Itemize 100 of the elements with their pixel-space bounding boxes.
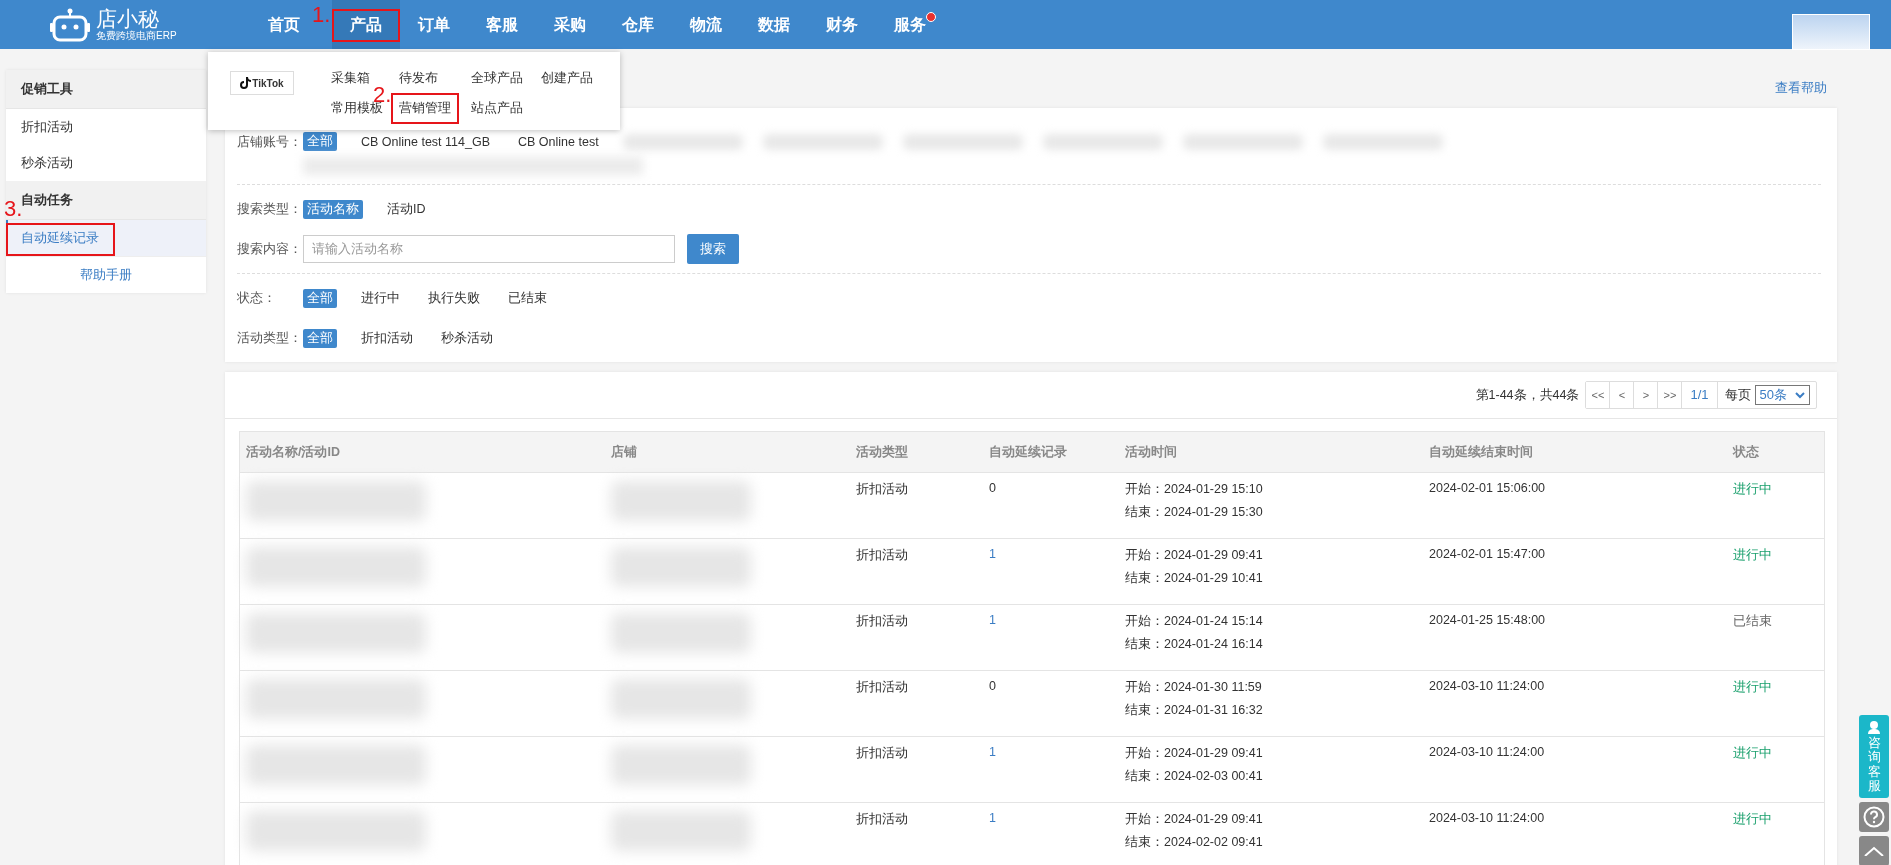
per-page-select[interactable]: 50条 xyxy=(1754,385,1810,405)
status-text: 进行中 xyxy=(1733,481,1772,498)
filter-option[interactable]: 进行中 xyxy=(357,288,404,308)
search-field[interactable]: 请输入活动名称 xyxy=(303,235,675,263)
column-header: 活动时间 xyxy=(1124,443,1178,461)
filter-label: 活动类型： xyxy=(237,329,303,347)
table-cell: 2024-03-10 11:24:00 xyxy=(1429,745,1545,759)
back-to-top-button[interactable] xyxy=(1859,836,1889,865)
nav-tab[interactable]: 财务 xyxy=(808,0,877,49)
filter-option[interactable]: 全部 xyxy=(303,132,337,151)
end-time: 结束：2024-01-29 15:30 xyxy=(1125,504,1263,521)
menu-item[interactable]: 营销管理 xyxy=(395,96,455,121)
filter-label: 状态： xyxy=(237,289,277,307)
column-header: 活动类型 xyxy=(855,443,909,461)
nav-tab[interactable]: 采购 xyxy=(536,0,605,49)
table-cell: 折扣活动 xyxy=(856,481,908,498)
table-cell: 折扣活动 xyxy=(856,679,908,696)
menu-item[interactable]: 采集箱 xyxy=(327,66,374,91)
note-icon xyxy=(240,77,252,89)
end-time: 结束：2024-01-29 10:41 xyxy=(1125,570,1263,587)
highlight-frame xyxy=(391,93,459,124)
end-time: 结束：2024-02-02 09:41 xyxy=(1125,834,1263,851)
filter-label: 店铺账号： xyxy=(237,134,303,151)
table-cell: 折扣活动 xyxy=(856,811,908,828)
per-page-label: 每页 xyxy=(1723,386,1752,404)
filter-label: 搜索类型： xyxy=(237,200,303,218)
highlight-frame xyxy=(332,9,401,42)
filter-label: 搜索内容： xyxy=(237,240,303,258)
sidebar-item[interactable]: 折扣活动 xyxy=(6,109,206,145)
filter-option[interactable]: 全部 xyxy=(303,288,337,308)
filter-option[interactable]: 折扣活动 xyxy=(357,328,417,348)
page-button[interactable]: << xyxy=(1586,382,1611,408)
status-text: 进行中 xyxy=(1733,811,1772,828)
end-time: 结束：2024-01-24 16:14 xyxy=(1125,636,1263,653)
search-button[interactable]: 搜索 xyxy=(687,234,739,264)
record-link[interactable]: 1 xyxy=(989,613,996,627)
step-number: 3. xyxy=(4,198,23,220)
result-count: 第1-44条，共44条 xyxy=(1475,386,1580,404)
start-time: 开始：2024-01-30 11:59 xyxy=(1125,679,1262,696)
filter-option[interactable]: 已结束 xyxy=(504,288,551,308)
filter-option[interactable]: CB Online test xyxy=(514,133,603,150)
logo-name: 店小秘 xyxy=(96,7,160,30)
record-link[interactable]: 1 xyxy=(989,547,996,561)
help-link[interactable]: 查看帮助 xyxy=(1775,78,1827,98)
status-text: 进行中 xyxy=(1733,679,1772,696)
help-manual-link[interactable]: 帮助手册 xyxy=(6,256,206,293)
start-time: 开始：2024-01-24 15:14 xyxy=(1125,613,1263,630)
help-icon xyxy=(1863,806,1885,829)
step-number: 1. xyxy=(312,4,331,26)
column-header: 店铺 xyxy=(610,443,638,461)
table-cell: 2024-03-10 11:24:00 xyxy=(1429,811,1545,825)
nav-tab[interactable]: 订单 xyxy=(400,0,469,49)
nav-tab[interactable]: 数据 xyxy=(740,0,809,49)
table-cell: 0 xyxy=(989,481,996,495)
filter-option[interactable]: 全部 xyxy=(303,328,337,348)
status-text: 进行中 xyxy=(1733,547,1772,564)
nav-tab[interactable]: 服务 xyxy=(876,0,945,49)
filter-option[interactable]: CB Online test 114_GB xyxy=(357,133,494,150)
nav-tab[interactable]: 客服 xyxy=(468,0,537,49)
sidebar-item[interactable]: 自动延续记录 xyxy=(6,220,206,256)
table-cell: 2024-02-01 15:47:00 xyxy=(1429,547,1546,561)
logo-tagline: 免费跨境电商ERP xyxy=(96,30,177,42)
record-link[interactable]: 1 xyxy=(989,811,996,825)
filter-option[interactable]: 活动ID xyxy=(383,199,430,219)
sidebar-item[interactable]: 秒杀活动 xyxy=(6,145,206,181)
sidebar-group-title: 促销工具 xyxy=(6,70,206,109)
table-cell: 折扣活动 xyxy=(856,547,908,564)
nav-tab[interactable]: 仓库 xyxy=(604,0,673,49)
filter-option[interactable]: 执行失败 xyxy=(424,288,484,308)
status-text: 已结束 xyxy=(1733,613,1772,630)
chevron-down-icon xyxy=(1795,391,1805,399)
table-cell: 0 xyxy=(989,679,996,693)
start-time: 开始：2024-01-29 09:41 xyxy=(1125,811,1263,828)
table-cell: 折扣活动 xyxy=(856,613,908,630)
table-cell: 2024-03-10 11:24:00 xyxy=(1429,679,1545,693)
person-icon xyxy=(1867,720,1881,734)
menu-item[interactable]: 待发布 xyxy=(395,66,442,91)
platform-logo[interactable]: TikTok xyxy=(230,71,294,95)
column-header: 活动名称/活动ID xyxy=(245,443,341,461)
table-cell: 折扣活动 xyxy=(856,745,908,762)
end-time: 结束：2024-02-03 00:41 xyxy=(1125,768,1263,785)
table-cell: 2024-01-25 15:48:00 xyxy=(1429,613,1546,627)
page-indicator: 1/1 xyxy=(1682,382,1718,408)
consult-service-button[interactable]: 咨询客服 xyxy=(1859,715,1889,799)
nav-tab[interactable]: 物流 xyxy=(672,0,741,49)
start-time: 开始：2024-01-29 09:41 xyxy=(1125,745,1263,762)
robot-icon xyxy=(50,7,90,42)
chevron-up-icon xyxy=(1863,846,1885,857)
filter-option[interactable]: 秒杀活动 xyxy=(437,328,497,348)
filter-option[interactable]: 活动名称 xyxy=(303,199,363,219)
menu-item[interactable]: 站点产品 xyxy=(467,96,527,121)
start-time: 开始：2024-01-29 15:10 xyxy=(1125,481,1263,498)
column-header: 状态 xyxy=(1731,443,1760,461)
help-button[interactable] xyxy=(1859,802,1889,833)
status-text: 进行中 xyxy=(1733,745,1772,762)
table-cell: 2024-02-01 15:06:00 xyxy=(1429,481,1546,495)
record-link[interactable]: 1 xyxy=(989,745,996,759)
menu-item[interactable]: 创建产品 xyxy=(537,66,597,91)
menu-item[interactable]: 全球产品 xyxy=(467,66,527,91)
platform-name: TikTok xyxy=(252,77,284,89)
